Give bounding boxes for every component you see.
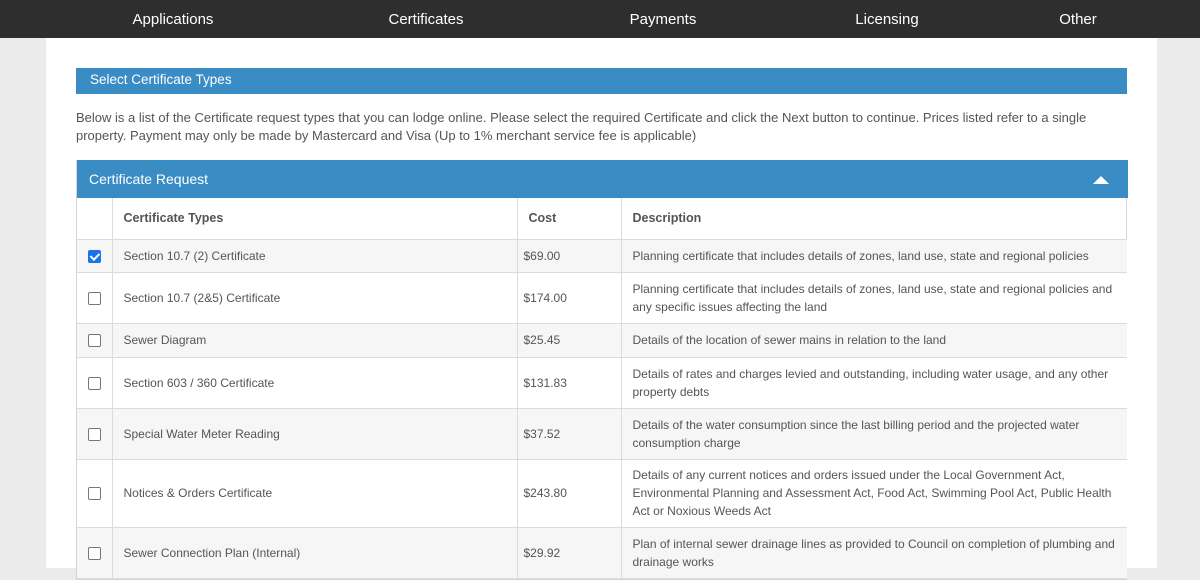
panel-header[interactable]: Certificate Request: [77, 160, 1128, 198]
header-select: [77, 198, 113, 240]
row-checkbox[interactable]: [87, 427, 101, 441]
certificate-cost: $131.83: [516, 356, 622, 409]
nav-item-applications[interactable]: Applications: [133, 0, 214, 38]
header-cost: Cost: [516, 198, 622, 240]
table-row: Notices & Orders Certificate $243.80 Det…: [77, 458, 1127, 528]
panel-title: Certificate Request: [89, 171, 209, 187]
certificate-description: Plan of internal sewer drainage lines as…: [620, 526, 1127, 579]
top-navigation: Applications Certificates Payments Licen…: [0, 0, 1200, 38]
certificate-type: Section 10.7 (2&5) Certificate: [111, 271, 518, 324]
certificate-description: Planning certificate that includes detai…: [620, 239, 1127, 273]
certificate-table: Certificate Types Cost Description Secti…: [77, 198, 1127, 579]
certificate-type: Notices & Orders Certificate: [111, 458, 518, 528]
intro-line-1: Below is a list of the Certificate reque…: [76, 110, 1087, 125]
nav-item-payments[interactable]: Payments: [630, 0, 697, 38]
nav-item-other[interactable]: Other: [1059, 0, 1097, 38]
certificate-type: Sewer Diagram: [111, 322, 518, 358]
row-checkbox[interactable]: [87, 291, 101, 305]
certificate-cost: $25.45: [516, 322, 622, 358]
certificate-description: Details of any current notices and order…: [620, 458, 1127, 528]
table-row: Section 603 / 360 Certificate $131.83 De…: [77, 356, 1127, 409]
certificate-type: Sewer Connection Plan (Internal): [111, 526, 518, 579]
intro-text: Below is a list of the Certificate reque…: [76, 109, 1116, 145]
certificate-description: Details of the location of sewer mains i…: [620, 322, 1127, 358]
certificate-description: Details of rates and charges levied and …: [620, 356, 1127, 409]
table-row: Section 10.7 (2) Certificate $69.00 Plan…: [77, 239, 1127, 273]
header-description: Description: [620, 198, 1127, 240]
table-row: Sewer Connection Plan (Internal) $29.92 …: [77, 526, 1127, 579]
table-row: Sewer Diagram $25.45 Details of the loca…: [77, 322, 1127, 358]
certificate-request-panel: Certificate Request Certificate Types Co…: [76, 160, 1128, 580]
certificate-type: Section 10.7 (2) Certificate: [111, 239, 518, 273]
row-checkbox[interactable]: [87, 334, 101, 348]
table-header-row: Certificate Types Cost Description: [77, 198, 1127, 240]
collapse-up-icon[interactable]: [1093, 176, 1109, 184]
certificate-cost: $37.52: [516, 407, 622, 460]
row-checkbox[interactable]: [87, 487, 101, 501]
certificate-description: Details of the water consumption since t…: [620, 407, 1127, 460]
table-row: Section 10.7 (2&5) Certificate $174.00 P…: [77, 271, 1127, 324]
certificate-cost: $29.92: [516, 526, 622, 579]
certificate-cost: $243.80: [516, 458, 622, 528]
certificate-type: Special Water Meter Reading: [111, 407, 518, 460]
certificate-description: Planning certificate that includes detai…: [620, 271, 1127, 324]
certificate-cost: $69.00: [516, 239, 622, 273]
section-title: Select Certificate Types: [76, 68, 1127, 94]
row-checkbox[interactable]: [87, 249, 101, 263]
nav-item-certificates[interactable]: Certificates: [388, 0, 463, 38]
header-certificate-types: Certificate Types: [111, 198, 518, 240]
main-content: Select Certificate Types Below is a list…: [46, 38, 1157, 580]
certificate-type: Section 603 / 360 Certificate: [111, 356, 518, 409]
intro-line-2: property. Payment may only be made by Ma…: [76, 128, 697, 143]
row-checkbox[interactable]: [87, 546, 101, 560]
row-checkbox[interactable]: [87, 376, 101, 390]
nav-item-licensing[interactable]: Licensing: [855, 0, 918, 38]
certificate-cost: $174.00: [516, 271, 622, 324]
table-row: Special Water Meter Reading $37.52 Detai…: [77, 407, 1127, 460]
